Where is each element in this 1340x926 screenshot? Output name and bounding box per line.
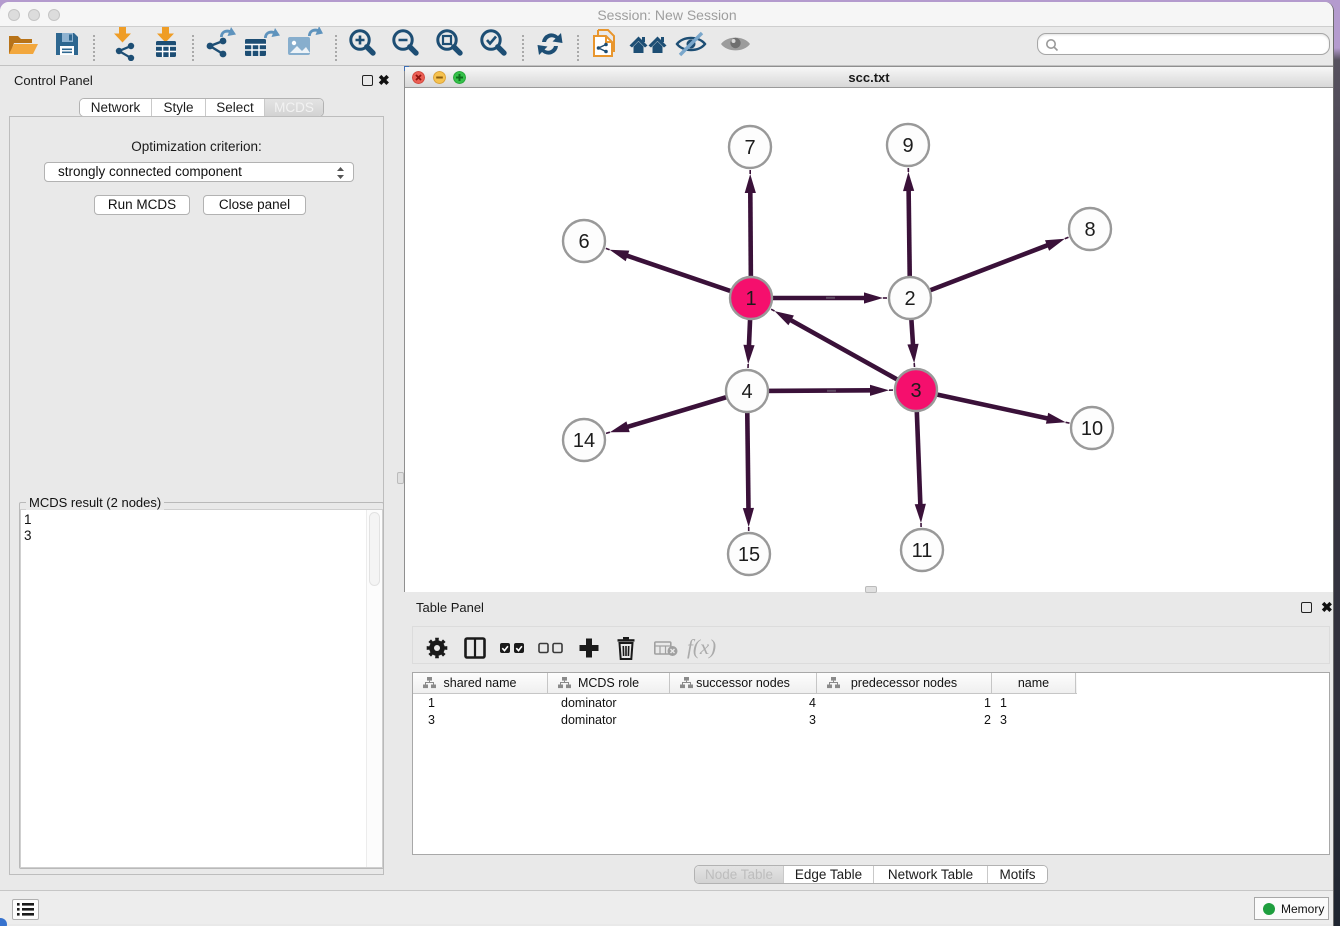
svg-text:10: 10: [1081, 418, 1103, 440]
svg-text:11: 11: [912, 540, 933, 562]
svg-text:8: 8: [1084, 219, 1095, 241]
svg-text:15: 15: [738, 544, 760, 566]
svg-text:9: 9: [902, 135, 913, 157]
svg-text:4: 4: [741, 381, 752, 403]
svg-text:3: 3: [910, 380, 921, 402]
svg-text:14: 14: [573, 430, 595, 452]
svg-text:1: 1: [745, 288, 756, 310]
svg-text:7: 7: [744, 137, 755, 159]
svg-text:6: 6: [578, 231, 589, 253]
svg-text:2: 2: [904, 288, 915, 310]
